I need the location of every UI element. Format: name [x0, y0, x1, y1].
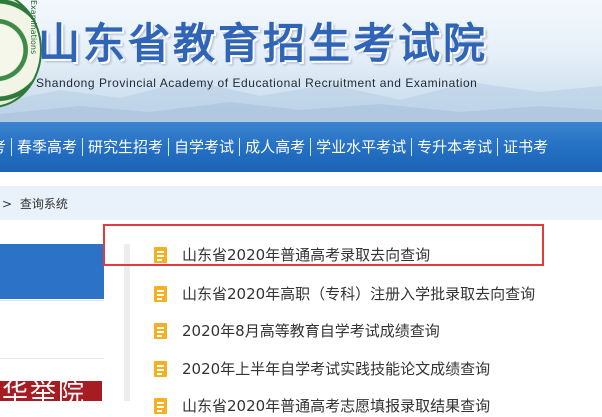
sidebar-promo-banner[interactable]: 华举院 [0, 381, 102, 401]
promo-banner-text: 华举院 [2, 381, 87, 401]
nav-item-adult-exam[interactable]: 成人高考 [240, 136, 310, 158]
breadcrumb-trail: > 查询系统 [2, 195, 68, 212]
emblem-text: Examinations [29, 0, 38, 55]
site-header: Examinations 山东省教育招生考试院 Shandong Provinc… [0, 0, 602, 122]
nav-item-graduate[interactable]: 研究生招考 [83, 136, 168, 158]
nav-item-proficiency[interactable]: 学业水平考试 [311, 136, 411, 158]
nav-item-certificate[interactable]: 证书考 [498, 136, 553, 158]
nav-item-spring-exam[interactable]: 春季高考 [12, 136, 82, 158]
site-title-en: Shandong Provincial Academy of Education… [36, 76, 478, 90]
document-icon [154, 286, 167, 302]
sidebar-divider [0, 300, 104, 301]
list-item-link[interactable]: 山东省2020年高职（专科）注册入学批录取去向查询 [182, 283, 535, 305]
sidebar-header [0, 244, 104, 299]
sidebar-divider [0, 358, 104, 359]
document-icon [154, 398, 167, 414]
content-divider [124, 244, 130, 401]
list-item-link[interactable]: 2020年上半年自学考试实践技能论文成绩查询 [182, 358, 490, 380]
nav-item-self-study[interactable]: 自学考试 [169, 136, 239, 158]
highlight-annotation [103, 224, 544, 266]
nav-item-upgrade[interactable]: 专升本考试 [412, 136, 497, 158]
nav-item-partial[interactable]: 考 [0, 136, 11, 158]
list-item-link[interactable]: 山东省2020年普通高考志愿填报录取结果查询 [182, 395, 490, 417]
main-nav: 考 春季高考 研究生招考 自学考试 成人高考 学业水平考试 专升本考试 证书考 [0, 122, 602, 172]
breadcrumb-separator: > [2, 197, 13, 211]
breadcrumb: > 查询系统 [0, 186, 602, 220]
list-item-link[interactable]: 2020年8月高等教育自学考试成绩查询 [182, 320, 440, 342]
document-icon [154, 361, 167, 377]
breadcrumb-current[interactable]: 查询系统 [20, 197, 68, 211]
site-title-cn: 山东省教育招生考试院 [38, 19, 489, 68]
mountain-backdrop [0, 80, 602, 122]
document-icon [154, 323, 167, 339]
